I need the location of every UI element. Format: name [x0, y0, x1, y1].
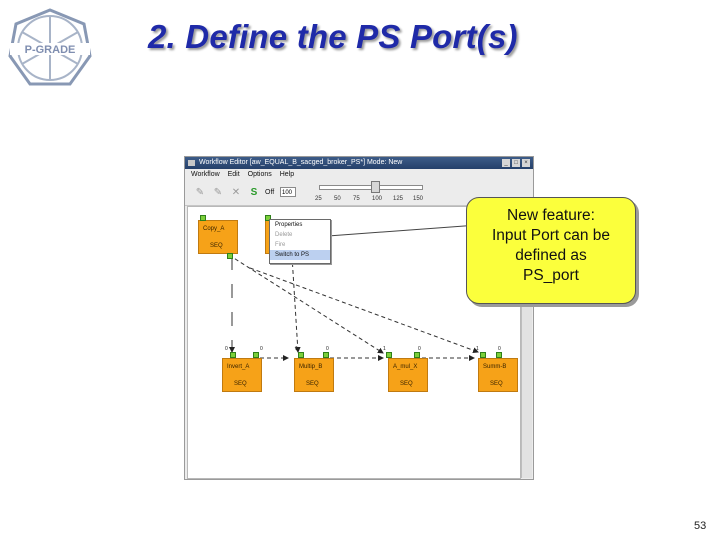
port-context-menu: Properties Delete Fire Switch to PS [269, 219, 331, 264]
window-title: Workflow Editor [aw_EQUAL_B_sacged_broke… [199, 159, 403, 166]
tick-label: 125 [393, 196, 404, 202]
minimize-button[interactable]: _ [502, 159, 510, 167]
pgrade-logo: P-GRADE [4, 4, 96, 92]
job-type: SEQ [306, 381, 319, 387]
tick-label: 75 [353, 196, 360, 202]
callout-line: defined as [515, 247, 587, 264]
new-job-icon[interactable]: ✎ [193, 186, 207, 200]
menu-item-fire[interactable]: Fire [270, 240, 330, 250]
logo-text: P-GRADE [25, 44, 76, 56]
zoom-slider-thumb[interactable] [371, 181, 380, 193]
tick-label: 25 [315, 196, 322, 202]
callout-line: New feature: [507, 207, 595, 224]
slide-title: 2. Define the PS Port(s) [148, 18, 518, 55]
tick-label: 100 [372, 196, 383, 202]
menu-item-switch-to-ps[interactable]: Switch to PS [270, 250, 330, 260]
job-name: Multip_B [299, 364, 323, 370]
input-port[interactable] [386, 352, 392, 358]
menu-options[interactable]: Options [248, 171, 272, 178]
menu-item-delete[interactable]: Delete [270, 230, 330, 240]
job-type: SEQ [490, 381, 503, 387]
close-button[interactable]: × [522, 159, 530, 167]
menu-help[interactable]: Help [280, 171, 294, 178]
callout-line: Input Port can be [491, 227, 611, 244]
job-type: SEQ [400, 381, 413, 387]
job-name: Copy_A [203, 226, 225, 232]
off-label: Off [265, 189, 275, 196]
zoom-slider-ticks: 25 50 75 100 125 150 [315, 196, 431, 205]
app-icon [188, 160, 195, 166]
output-port[interactable] [227, 253, 233, 259]
job-type: SEQ [234, 381, 247, 387]
port-number: 1 [476, 346, 479, 352]
tick-label: 150 [413, 196, 424, 202]
tick-label: 50 [334, 196, 341, 202]
job-box[interactable]: Invert_A SEQ [222, 358, 262, 392]
edit-icon[interactable]: ✎ [211, 186, 225, 200]
input-port[interactable] [200, 215, 206, 221]
job-name: Invert_A [227, 364, 250, 370]
window-titlebar[interactable]: Workflow Editor [aw_EQUAL_B_sacged_broke… [185, 157, 533, 169]
port-number: 0 [326, 346, 329, 352]
callout-box: New feature: Input Port can be defined a… [466, 197, 636, 304]
menu-bar: Workflow Edit Options Help [185, 169, 533, 181]
job-type: SEQ [210, 243, 223, 249]
menu-workflow[interactable]: Workflow [191, 171, 220, 178]
port-number: 1 [383, 346, 386, 352]
job-name: Summ-B [483, 364, 507, 370]
job-box[interactable]: Multip_B SEQ [294, 358, 334, 392]
input-port[interactable] [230, 352, 236, 358]
port-number: 0 [418, 346, 421, 352]
input-port[interactable] [298, 352, 304, 358]
maximize-button[interactable]: □ [512, 159, 520, 167]
port-number: 0 [260, 346, 263, 352]
input-port[interactable] [496, 352, 502, 358]
input-port[interactable] [414, 352, 420, 358]
job-box[interactable]: A_mul_X SEQ [388, 358, 428, 392]
job-box[interactable]: Summ-B SEQ [478, 358, 518, 392]
port-number: 0 [225, 346, 228, 352]
menu-item-properties[interactable]: Properties [270, 220, 330, 230]
port-number: 1 [295, 346, 298, 352]
port-number: 0 [498, 346, 501, 352]
page-number: 53 [694, 520, 707, 532]
job-box[interactable]: Copy_A SEQ [198, 220, 238, 254]
input-port[interactable] [323, 352, 329, 358]
input-port[interactable] [480, 352, 486, 358]
input-port[interactable] [253, 352, 259, 358]
delete-icon[interactable]: ✕ [229, 186, 243, 200]
zoom-input[interactable]: 100 [280, 187, 296, 197]
refresh-icon[interactable]: S [247, 186, 261, 200]
menu-edit[interactable]: Edit [228, 171, 240, 178]
job-name: A_mul_X [393, 364, 418, 370]
callout-line: PS_port [522, 267, 579, 284]
